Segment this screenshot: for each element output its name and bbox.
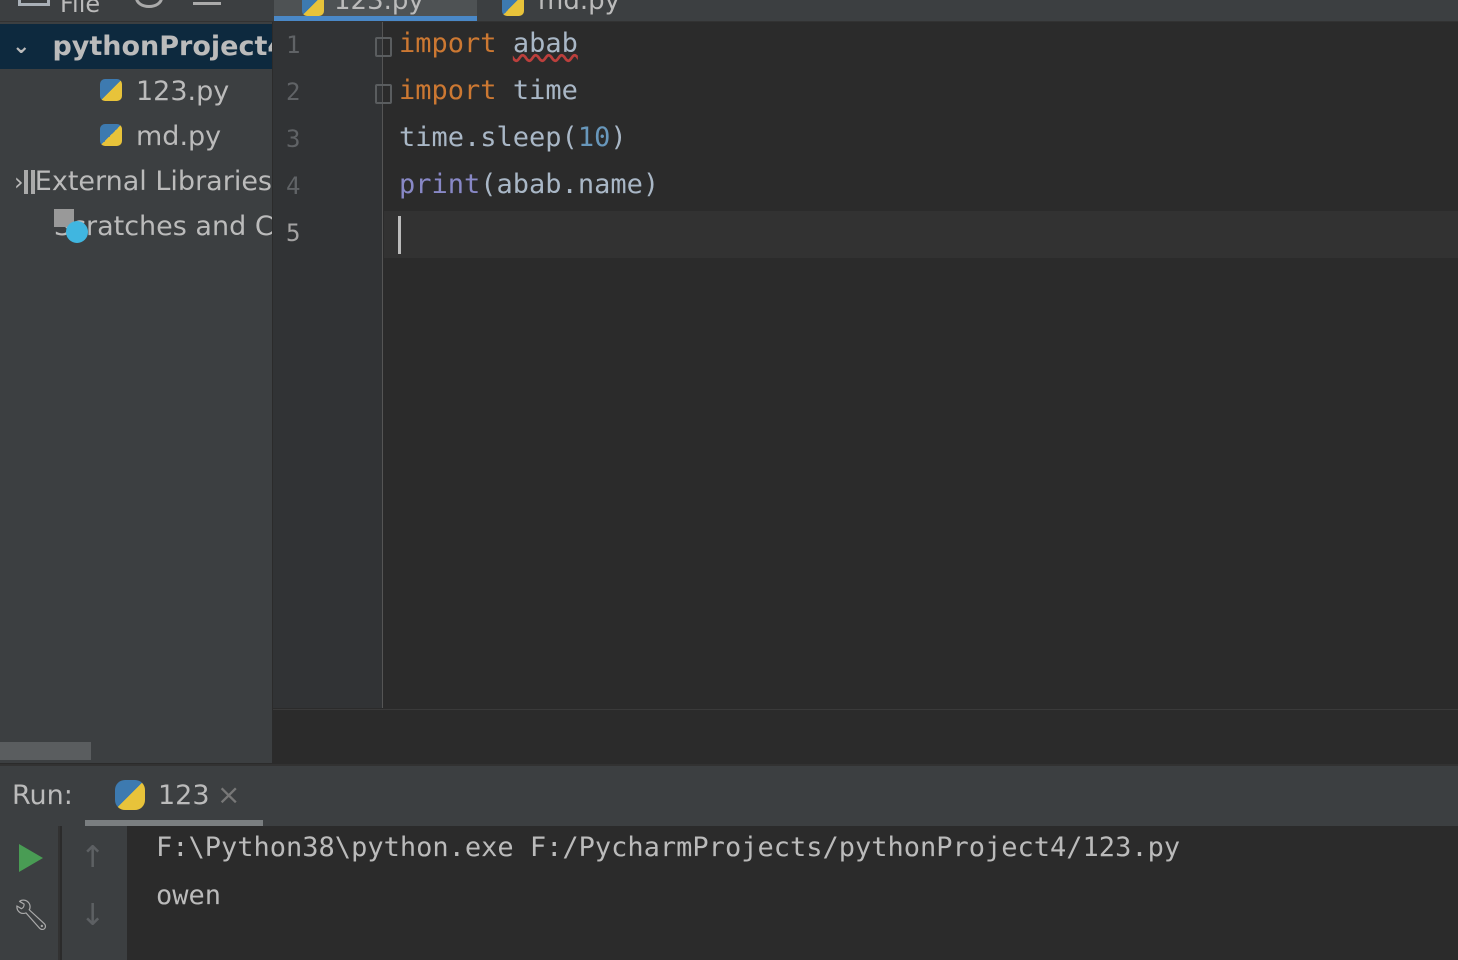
libraries-icon [24, 169, 35, 194]
rerun-icon[interactable] [19, 844, 43, 872]
run-tab-label: 123 [158, 780, 210, 811]
tree-item-project[interactable]: ⌄ pythonProject4 [0, 24, 272, 69]
project-view-icon[interactable] [18, 0, 50, 6]
fold-end-icon[interactable] [375, 84, 392, 104]
code-line-3[interactable]: time.sleep(10) [399, 122, 627, 153]
code-text: (abab.name) [480, 169, 660, 200]
tree-label: External Libraries [34, 166, 272, 197]
tab-label: 123.py [334, 0, 424, 16]
code-text: ) [610, 122, 627, 153]
keyword: import [399, 28, 497, 59]
console-line: F:\Python38\python.exe F:/PycharmProject… [156, 832, 1181, 863]
project-view-label[interactable]: File [60, 0, 100, 18]
arrow-up-icon[interactable]: ↑ [80, 840, 105, 875]
fold-icon[interactable] [375, 37, 392, 57]
console-line: owen [156, 880, 222, 911]
current-line-highlight [384, 211, 1458, 258]
wrench-icon[interactable]: 🔧︎ [12, 898, 50, 933]
editor-bottom-area [273, 709, 1458, 763]
run-tab-123[interactable]: 123 × [85, 766, 263, 826]
editor-tab-bar: File 123.py md.py [0, 0, 1458, 22]
line-number: 5 [286, 219, 301, 247]
line-number: 3 [286, 125, 301, 153]
tab-label: md.py [538, 0, 620, 16]
tree-label: 123.py [136, 76, 230, 107]
close-icon[interactable]: × [217, 778, 240, 811]
tree-item-scratches[interactable]: Scratches and Consoles [0, 204, 272, 249]
code-line-2[interactable]: import time [399, 75, 578, 106]
builtin-function: print [399, 169, 481, 200]
chevron-right-icon[interactable]: › [14, 168, 24, 196]
line-number: 2 [286, 78, 301, 106]
arrow-down-icon[interactable]: ↓ [80, 898, 105, 933]
code-text: time.sleep( [399, 122, 578, 153]
run-actions: 🔧︎ [0, 826, 60, 960]
python-file-icon [502, 0, 524, 16]
python-file-icon [100, 124, 122, 146]
horizontal-scrollbar[interactable] [0, 742, 91, 760]
tree-label: pythonProject4 [52, 31, 272, 62]
tab-md-py[interactable]: md.py [478, 0, 678, 21]
globe-icon[interactable] [135, 0, 163, 8]
tree-label: md.py [136, 121, 222, 152]
tree-item-md-py[interactable]: md.py [0, 114, 272, 159]
run-toolbar: Run: 123 × [0, 764, 1458, 826]
python-icon [115, 780, 145, 810]
project-tree: ⌄ pythonProject4 123.py md.py › External… [0, 22, 272, 763]
chevron-down-icon[interactable]: ⌄ [12, 34, 30, 59]
line-number: 1 [286, 31, 301, 59]
module-name: time [512, 75, 578, 106]
python-file-icon [302, 0, 324, 16]
scroll-actions: ↑ ↓ [62, 826, 127, 960]
code-line-1[interactable]: import abab [399, 28, 578, 59]
collapse-icon[interactable] [193, 2, 221, 5]
keyword: import [399, 75, 497, 106]
tab-123-py[interactable]: 123.py [274, 0, 477, 21]
python-file-icon [100, 79, 122, 101]
unresolved-import: abab [512, 28, 578, 59]
tree-item-external-libraries[interactable]: › External Libraries [0, 159, 272, 204]
text-caret [398, 216, 401, 254]
run-label: Run: [12, 780, 73, 811]
tree-item-123-py[interactable]: 123.py [0, 69, 272, 114]
number-literal: 10 [577, 122, 611, 153]
code-line-4[interactable]: print(abab.name) [399, 169, 659, 200]
line-number: 4 [286, 172, 301, 200]
